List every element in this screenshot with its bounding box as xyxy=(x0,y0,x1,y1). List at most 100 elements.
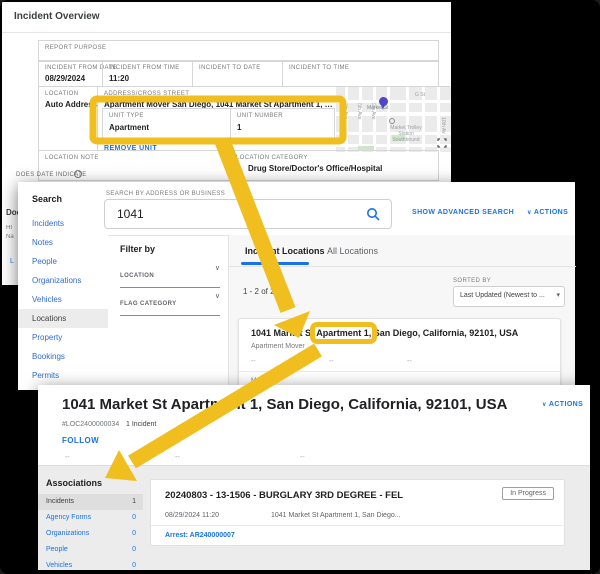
incident-from-time-value: 11:20 xyxy=(109,74,129,83)
empty-value: -- xyxy=(251,358,256,365)
location-title: 1041 Market St Apartment 1, San Diego, C… xyxy=(62,396,507,413)
incident-card-title[interactable]: 20240803 - 13-1506 - BURGLARY 3RD DEGREE… xyxy=(165,490,403,501)
incident-from-date-field[interactable]: INCIDENT FROM DATE 08/29/2024 xyxy=(38,61,103,87)
assoc-item-vehicles[interactable]: Vehicles 0 xyxy=(38,558,143,574)
actions-menu-button[interactable]: ∨ ACTIONS xyxy=(542,401,583,408)
sidebar-item-incidents[interactable]: Incidents xyxy=(18,214,108,233)
assoc-item-incidents[interactable]: Incidents 1 xyxy=(38,494,143,510)
incident-to-date-field[interactable]: INCIDENT TO DATE xyxy=(192,61,283,87)
toggle-circle-icon[interactable] xyxy=(74,170,82,178)
unit-type-field[interactable]: UNIT TYPE Apartment xyxy=(102,108,231,141)
map-label-ave: 8th Ave xyxy=(356,103,362,120)
location-category-value-start: 0 xyxy=(236,164,240,173)
location-value: Auto Address xyxy=(45,100,97,109)
search-icon[interactable] xyxy=(366,207,381,222)
chevron-down-icon: ∨ xyxy=(215,264,220,272)
transit-icon xyxy=(389,118,395,124)
filter-by-title: Filter by xyxy=(120,244,155,254)
location-note-label: LOCATION NOTE xyxy=(45,155,99,161)
map-label-ave: 9th Ave xyxy=(370,103,376,120)
associations-title: Associations xyxy=(46,478,102,488)
location-category-label: LOCATION CATEGORY xyxy=(236,155,308,161)
result-title[interactable]: 1041 Market St Apartment 1, San Diego, C… xyxy=(251,328,518,338)
sidebar-item-permits[interactable]: Permits xyxy=(18,366,108,385)
card-divider xyxy=(151,525,564,526)
unit-number-label: UNIT NUMBER xyxy=(237,113,283,119)
sidebar-item-bookings[interactable]: Bookings xyxy=(18,347,108,366)
search-input-value: 1041 xyxy=(117,207,144,221)
unit-type-value: Apartment xyxy=(109,123,149,132)
result-count: 1 - 2 of 2 xyxy=(243,287,275,296)
filter-flag-category-dropdown[interactable]: FLAG CATEGORY ∨ xyxy=(120,292,220,316)
incident-from-time-label: INCIDENT FROM TIME xyxy=(109,65,180,71)
sidebar-title: Search xyxy=(32,194,62,204)
empty-value: -- xyxy=(65,454,70,461)
card-divider xyxy=(239,371,560,372)
location-field[interactable]: LOCATION Auto Address xyxy=(38,86,98,151)
unit-type-label: UNIT TYPE xyxy=(109,113,144,119)
incident-to-time-label: INCIDENT TO TIME xyxy=(289,65,349,71)
sidebar-item-organizations[interactable]: Organizations xyxy=(18,271,108,290)
location-label: LOCATION xyxy=(45,91,78,97)
assoc-item-organizations[interactable]: Organizations 0 xyxy=(38,526,143,542)
map-station-label: Market Trolley Station Southbound xyxy=(380,125,432,143)
tab-incident-locations[interactable]: Incident Locations xyxy=(245,246,325,256)
incident-count: 1 Incident xyxy=(126,421,156,428)
map-street xyxy=(336,112,451,116)
record-id: #LOC2400000034 xyxy=(62,421,119,428)
result-subtitle: Apartment Mover xyxy=(251,343,305,350)
empty-value: -- xyxy=(329,358,334,365)
assoc-item-people[interactable]: People 0 xyxy=(38,542,143,558)
sidebar-item-people[interactable]: People xyxy=(18,252,108,271)
incident-from-time-field[interactable]: INCIDENT FROM TIME 11:20 xyxy=(102,61,193,87)
arrest-number: AR240000007 xyxy=(190,532,235,539)
location-map[interactable]: G St Market St 7th Ave 8th Ave 9th Ave 1… xyxy=(336,87,451,152)
filter-flag-category-label: FLAG CATEGORY xyxy=(120,301,177,307)
incident-association-card[interactable]: 20240803 - 13-1506 - BURGLARY 3RD DEGREE… xyxy=(150,479,565,546)
filter-location-dropdown[interactable]: LOCATION ∨ xyxy=(120,264,220,288)
associations-section: Associations Incidents 1 Agency Forms 0 … xyxy=(38,465,590,570)
arrest-link[interactable]: Arrest: AR240000007 xyxy=(165,532,235,539)
map-label-ave: 10th Av xyxy=(440,117,446,134)
tab-all-locations[interactable]: All Locations xyxy=(327,246,378,256)
actions-menu-button[interactable]: ∨ ACTIONS xyxy=(527,209,568,216)
empty-value: -- xyxy=(175,454,180,461)
report-purpose-field[interactable]: REPORT PURPOSE xyxy=(38,40,439,61)
chevron-down-icon: ∨ xyxy=(527,210,532,216)
map-street xyxy=(336,100,451,103)
incident-to-time-field[interactable]: INCIDENT TO TIME xyxy=(282,61,439,87)
sidebar-item-notes[interactable]: Notes xyxy=(18,233,108,252)
title-divider xyxy=(2,32,451,33)
map-label-g-st: G St xyxy=(415,92,425,98)
tabs-divider xyxy=(229,266,576,267)
sidebar-item-locations[interactable]: Locations xyxy=(18,309,108,328)
empty-value: -- xyxy=(407,358,412,365)
location-category-value: Drug Store/Doctor's Office/Hospital xyxy=(248,164,382,173)
follow-button[interactable]: FOLLOW xyxy=(62,436,99,445)
sort-value: Last Updated (Newest to ... xyxy=(460,292,545,299)
assoc-item-agency-forms[interactable]: Agency Forms 0 xyxy=(38,510,143,526)
location-result-card[interactable]: 1041 Market St Apartment 1, San Diego, C… xyxy=(238,318,561,390)
map-pin-icon xyxy=(379,97,388,110)
unit-number-value: 1 xyxy=(237,123,241,132)
location-category-field[interactable]: LOCATION CATEGORY 0 Drug Store/Doctor's … xyxy=(229,150,439,181)
unit-number-field[interactable]: UNIT NUMBER 1 xyxy=(230,108,335,141)
address-label: ADDRESS/CROSS STREET xyxy=(104,91,189,97)
status-badge: In Progress xyxy=(502,487,554,500)
clipped-text: Na xyxy=(6,234,18,240)
search-input[interactable]: 1041 xyxy=(104,199,392,229)
fullscreen-icon[interactable] xyxy=(437,138,447,148)
show-advanced-search-link[interactable]: SHOW ADVANCED SEARCH xyxy=(412,209,514,216)
location-detail-window: 1041 Market St Apartment 1, San Diego, C… xyxy=(38,385,590,570)
chevron-down-icon: ∨ xyxy=(542,402,547,408)
incident-to-date-label: INCIDENT TO DATE xyxy=(199,65,261,71)
screenshot-canvas: Incident Overview REPORT PURPOSE INCIDEN… xyxy=(0,0,600,574)
sidebar-item-vehicles[interactable]: Vehicles xyxy=(18,290,108,309)
search-input-label: SEARCH BY ADDRESS OR BUSINESS xyxy=(106,191,225,197)
address-field[interactable]: ADDRESS/CROSS STREET Apartment Mover San… xyxy=(97,86,450,151)
search-sidebar: Search Incidents Notes People Organizati… xyxy=(18,182,108,390)
sort-dropdown[interactable]: Last Updated (Newest to ... ▾ xyxy=(453,286,565,307)
dropdown-caret-icon: ▾ xyxy=(556,291,560,299)
sidebar-item-property[interactable]: Property xyxy=(18,328,108,347)
empty-value: -- xyxy=(300,454,305,461)
